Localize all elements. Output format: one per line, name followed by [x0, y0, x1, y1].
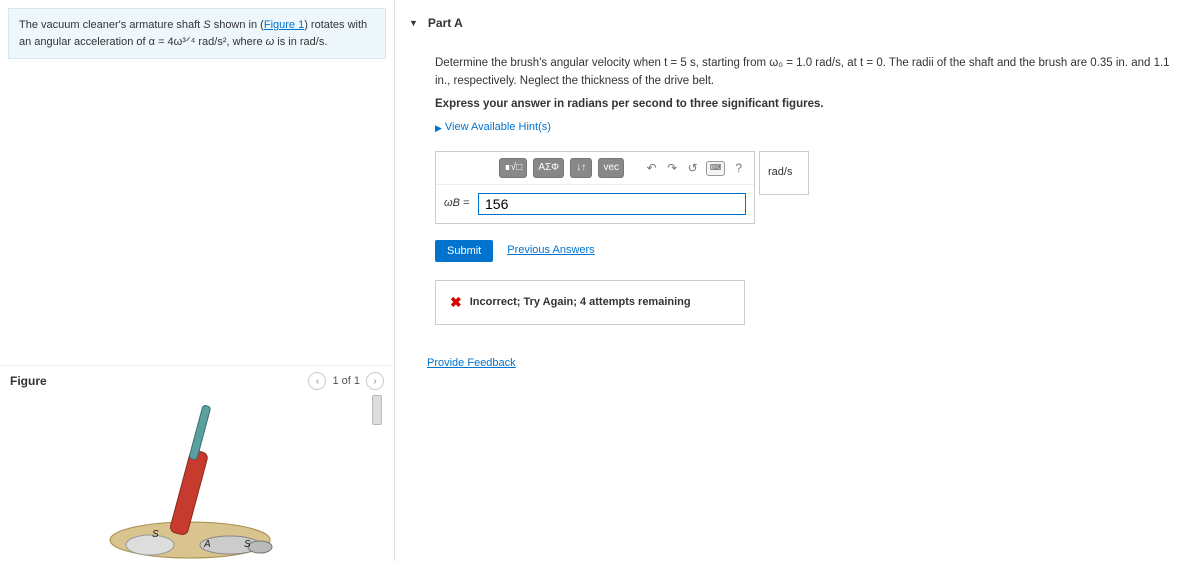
figure-header: Figure ‹ 1 of 1 ›: [0, 365, 394, 396]
figure-scroll-handle[interactable]: [372, 395, 382, 425]
right-column: ▼ Part A Determine the brush's angular v…: [395, 0, 1200, 388]
fraction-button[interactable]: ↓↑: [570, 158, 592, 178]
keyboard-icon[interactable]: ⌨: [706, 161, 726, 176]
figure-label: Figure: [10, 374, 47, 388]
text: The vacuum cleaner's armature shaft: [19, 19, 203, 31]
question-instruction: Express your answer in radians per secon…: [435, 95, 1186, 113]
part-title: Part A: [428, 16, 463, 30]
provide-feedback-link[interactable]: Provide Feedback: [427, 355, 516, 373]
previous-answers-link[interactable]: Previous Answers: [507, 242, 594, 260]
feedback-box: ✖ Incorrect; Try Again; 4 attempts remai…: [435, 280, 745, 324]
problem-statement: The vacuum cleaner's armature shaft S sh…: [8, 8, 386, 59]
reset-icon[interactable]: ↺: [685, 160, 700, 176]
template-button[interactable]: ∎√□: [499, 158, 527, 178]
pager-prev-button[interactable]: ‹: [308, 372, 326, 390]
question-body: Determine the brush's angular velocity w…: [409, 54, 1186, 372]
submit-row: Submit Previous Answers: [435, 240, 1186, 262]
alpha-equation: α = 4ω³ᐟ⁴ rad/s²: [149, 36, 227, 48]
units: rad/s: [300, 36, 324, 48]
units-label: rad/s: [759, 151, 809, 195]
pager-next-button[interactable]: ›: [366, 372, 384, 390]
view-hints-link[interactable]: ▶ View Available Hint(s): [435, 119, 551, 137]
pager-text: 1 of 1: [332, 375, 360, 387]
undo-icon[interactable]: ↶: [644, 160, 659, 176]
svg-text:S: S: [152, 529, 159, 540]
text: , where: [226, 36, 265, 48]
left-column: The vacuum cleaner's armature shaft S sh…: [0, 0, 395, 561]
redo-icon[interactable]: ↷: [665, 160, 680, 176]
omega-var: ω: [266, 36, 275, 48]
answer-input[interactable]: [478, 193, 746, 215]
incorrect-icon: ✖: [450, 291, 462, 313]
answer-area: ∎√□ ΑΣΦ ↓↑ vec ↶ ↷ ↺ ⌨ ? ωB =: [435, 151, 755, 224]
submit-button[interactable]: Submit: [435, 240, 493, 262]
hints-label: View Available Hint(s): [445, 119, 551, 137]
caret-down-icon: ▼: [409, 18, 418, 28]
svg-text:S: S: [244, 539, 251, 550]
text: shown in (: [211, 19, 264, 31]
svg-text:A: A: [203, 539, 211, 550]
vector-button[interactable]: vec: [598, 158, 624, 178]
figure-link[interactable]: Figure 1: [264, 19, 304, 31]
answer-prefix: ωB =: [444, 195, 472, 213]
figure-pager: ‹ 1 of 1 ›: [308, 372, 384, 390]
equation-toolbar: ∎√□ ΑΣΦ ↓↑ vec ↶ ↷ ↺ ⌨ ?: [436, 152, 754, 184]
figure-image: S A S: [0, 395, 394, 561]
part-header[interactable]: ▼ Part A: [409, 16, 1186, 30]
caret-right-icon: ▶: [435, 121, 442, 135]
answer-input-row: ωB =: [436, 184, 754, 223]
text: is in: [274, 36, 300, 48]
shaft-var: S: [203, 19, 210, 31]
feedback-text: Incorrect; Try Again; 4 attempts remaini…: [470, 294, 691, 312]
help-icon[interactable]: ?: [731, 160, 746, 176]
greek-button[interactable]: ΑΣΦ: [533, 158, 564, 178]
question-text: Determine the brush's angular velocity w…: [435, 54, 1186, 91]
text: .: [324, 36, 327, 48]
